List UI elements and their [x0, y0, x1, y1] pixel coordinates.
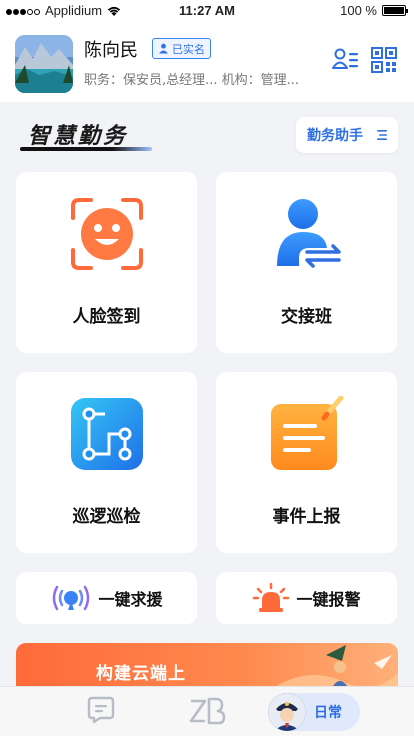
user-role-org: 职务：保安员,总经理... 机构：管理... [84, 73, 300, 88]
one-tap-help-label: 一键求援 [98, 590, 163, 609]
person-icon [159, 43, 168, 54]
profile-header: 陈向民 已实名 职务：保安员,总经理... 机构：管理... [0, 22, 414, 102]
alarm-light-icon [253, 583, 290, 612]
battery-icon [382, 5, 408, 16]
card-label: 巡逻巡检 [72, 507, 141, 527]
event-report-icon [270, 396, 343, 470]
card-label: 交接班 [281, 307, 332, 327]
verified-label: 已实名 [172, 42, 205, 56]
banner-text: 构建云端上 [96, 664, 186, 684]
section-title-row: 智慧勤务 勤务助手 [0, 116, 414, 156]
card-label: 人脸签到 [72, 307, 141, 327]
avatar[interactable] [15, 35, 73, 93]
status-bar: Applidium 11:27 AM 100 % [0, 0, 414, 22]
bottom-tab-bar: 日常 [0, 686, 414, 736]
duty-assistant-button[interactable]: 勤务助手 [296, 117, 398, 153]
one-tap-help-button[interactable]: 一键求援 [16, 572, 197, 624]
card-patrol-inspection[interactable]: 巡逻巡检 [16, 372, 197, 553]
card-shift-handover[interactable]: 交接班 [216, 172, 397, 353]
tab-messages-icon[interactable] [86, 695, 116, 725]
section-title: 智慧勤务 [28, 124, 129, 149]
police-avatar-icon [268, 693, 306, 731]
patrol-route-icon [70, 398, 143, 470]
menu-lines-icon [377, 130, 387, 140]
help-signal-icon [53, 585, 90, 611]
tab-zb-logo-icon[interactable] [188, 695, 226, 727]
user-name: 陈向民 [84, 40, 138, 61]
face-checkin-icon [70, 198, 143, 270]
shift-handover-icon [276, 199, 341, 268]
battery-percent: 100 % [340, 3, 377, 18]
card-label: 事件上报 [272, 507, 341, 527]
tab-daily[interactable]: 日常 [268, 693, 360, 731]
one-tap-alarm-button[interactable]: 一键报警 [216, 572, 397, 624]
verified-badge: 已实名 [152, 38, 211, 59]
title-underline [20, 147, 152, 151]
contacts-list-icon[interactable] [331, 46, 359, 74]
tab-daily-label: 日常 [314, 705, 342, 721]
card-event-report[interactable]: 事件上报 [216, 372, 397, 553]
qr-code-icon[interactable] [370, 46, 398, 74]
one-tap-alarm-label: 一键报警 [296, 590, 361, 609]
card-face-checkin[interactable]: 人脸签到 [16, 172, 197, 353]
duty-assistant-label: 勤务助手 [307, 128, 363, 144]
